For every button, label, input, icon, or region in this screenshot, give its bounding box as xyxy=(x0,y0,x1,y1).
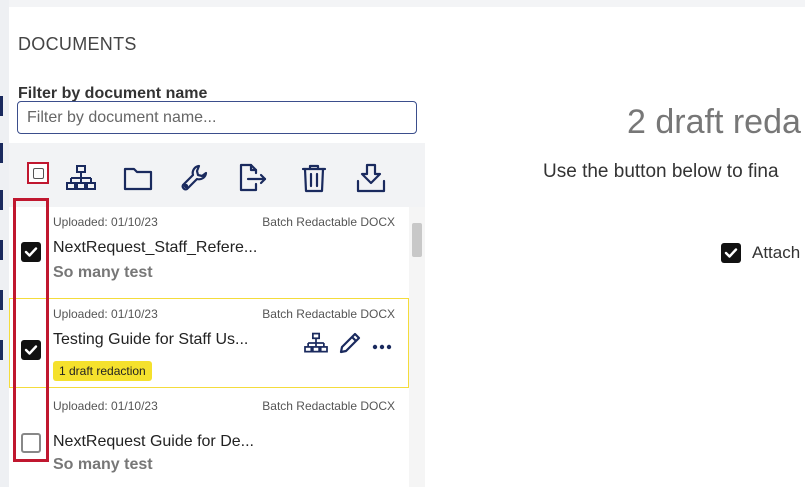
attach-checkbox[interactable] xyxy=(721,243,741,263)
documents-title: DOCUMENTS xyxy=(18,34,137,54)
document-subtitle: So many test xyxy=(53,264,153,281)
draft-redactions-heading: 2 draft reda xyxy=(627,103,801,141)
folder-icon xyxy=(123,167,153,191)
uploaded-date: Uploaded: 01/10/23 xyxy=(53,307,158,321)
download-button[interactable] xyxy=(355,162,387,194)
nav-marker xyxy=(0,143,3,163)
checkmark-icon xyxy=(24,247,38,257)
row-more-button[interactable] xyxy=(372,337,392,355)
filter-input[interactable] xyxy=(17,101,417,134)
uploaded-date: Uploaded: 01/10/23 xyxy=(53,399,158,413)
attach-label: Attach xyxy=(752,243,801,262)
trash-icon xyxy=(301,164,327,193)
document-name[interactable]: NextRequest_Staff_Refere... xyxy=(53,239,257,257)
document-type: Batch Redactable DOCX xyxy=(262,215,395,229)
list-item[interactable]: Uploaded: 01/10/23 Batch Redactable DOCX… xyxy=(9,298,409,388)
row-hierarchy-button[interactable] xyxy=(304,332,328,359)
download-tray-icon xyxy=(356,163,386,193)
nav-marker xyxy=(0,96,3,116)
row-edit-button[interactable] xyxy=(338,331,362,360)
hierarchy-icon xyxy=(304,332,328,353)
documents-card: DOCUMENTS Filter by document name Filter… xyxy=(9,7,805,487)
uploaded-date: Uploaded: 01/10/23 xyxy=(53,215,158,229)
select-all-box xyxy=(32,167,44,179)
list-scrollbar[interactable] xyxy=(409,207,425,487)
row-actions xyxy=(304,331,392,360)
document-subtitle: So many test xyxy=(53,456,153,473)
document-checkbox[interactable] xyxy=(21,433,41,453)
nav-marker xyxy=(0,190,3,210)
document-list: Uploaded: 01/10/23 Batch Redactable DOCX… xyxy=(9,207,409,487)
document-name[interactable]: Testing Guide for Staff Us... xyxy=(53,331,248,349)
export-icon xyxy=(239,163,267,192)
nav-marker xyxy=(0,290,3,310)
hierarchy-icon xyxy=(66,165,96,190)
select-all-checkbox[interactable] xyxy=(27,162,49,184)
documents-toolbar xyxy=(9,143,425,207)
nav-marker xyxy=(0,340,3,360)
checkmark-icon xyxy=(724,248,738,258)
scroll-thumb[interactable] xyxy=(412,223,422,257)
document-type: Batch Redactable DOCX xyxy=(262,307,395,321)
wrench-button[interactable] xyxy=(179,162,211,194)
document-checkbox[interactable] xyxy=(21,340,41,360)
left-nav-strip xyxy=(0,0,9,487)
hierarchy-button[interactable] xyxy=(65,162,97,194)
draft-badge: 1 draft redaction xyxy=(53,361,152,381)
delete-button[interactable] xyxy=(298,162,330,194)
pencil-icon xyxy=(339,332,361,354)
document-checkbox[interactable] xyxy=(21,242,41,262)
list-item[interactable]: Uploaded: 01/10/23 Batch Redactable DOCX… xyxy=(9,207,409,294)
document-type: Batch Redactable DOCX xyxy=(262,399,395,413)
wrench-icon xyxy=(181,164,208,191)
checkmark-icon xyxy=(24,345,38,355)
document-name[interactable]: NextRequest Guide for De... xyxy=(53,433,254,451)
folder-button[interactable] xyxy=(122,162,154,194)
finalize-instructions: Use the button below to fina xyxy=(543,161,779,182)
export-button[interactable] xyxy=(237,162,269,194)
more-icon xyxy=(372,344,392,349)
nav-marker xyxy=(0,240,3,260)
list-item[interactable]: Uploaded: 01/10/23 Batch Redactable DOCX… xyxy=(9,391,409,481)
